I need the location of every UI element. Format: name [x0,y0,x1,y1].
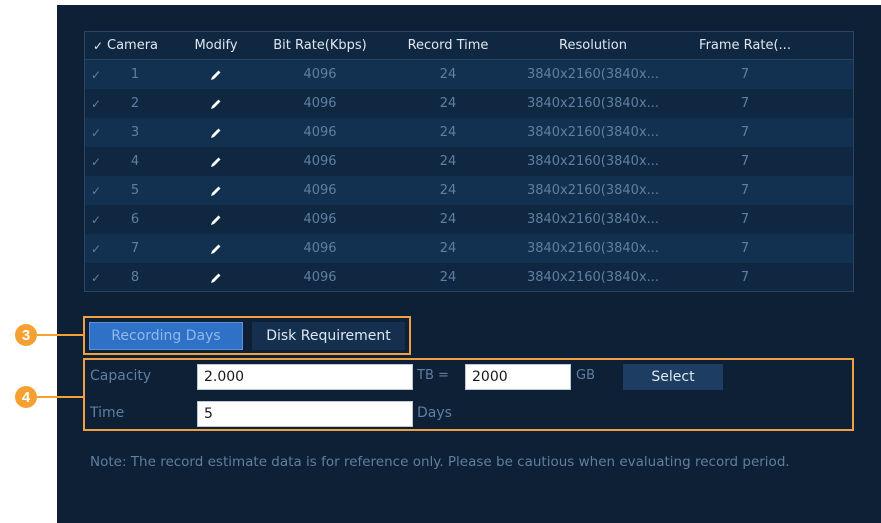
row-camera-number: 6 [130,212,140,227]
select-button[interactable]: Select [623,364,723,390]
pencil-icon-glyph [211,157,221,167]
row-frame-rate: 7 [740,96,750,111]
row-bitrate: 4096 [303,96,337,111]
pencil-icon[interactable] [183,263,249,292]
row-camera-number: 4 [130,154,140,169]
table-row[interactable]: ✓ 1 4096 24 3840x2160(3840x... 7 [85,60,853,89]
pencil-icon-glyph [211,128,221,138]
time-input[interactable]: 5 [197,401,413,427]
column-header-camera[interactable]: Camera [107,32,175,59]
callout-marker-4: 4 [15,386,37,408]
row-resolution: 3840x2160(3840x... [526,96,660,111]
row-record-time: 24 [439,241,457,256]
row-frame-rate: 7 [740,67,750,82]
table-row[interactable]: ✓ 2 4096 24 3840x2160(3840x... 7 [85,89,853,118]
row-frame-rate: 7 [740,241,750,256]
column-header-frame-rate[interactable]: Frame Rate(... [677,32,813,59]
column-header-resolution[interactable]: Resolution [517,32,669,59]
row-bitrate: 4096 [303,125,337,140]
row-bitrate: 4096 [303,183,337,198]
row-bitrate: 4096 [303,67,337,82]
row-frame-rate: 7 [740,183,750,198]
pencil-icon[interactable] [183,60,249,89]
row-bitrate: 4096 [303,241,337,256]
pencil-icon-glyph [211,215,221,225]
row-resolution: 3840x2160(3840x... [526,125,660,140]
tab-recording-days[interactable]: Recording Days [89,322,243,350]
row-camera-number: 5 [130,183,140,198]
table-row[interactable]: ✓ 5 4096 24 3840x2160(3840x... 7 [85,176,853,205]
row-camera-number: 3 [130,125,140,140]
row-camera-number: 1 [130,67,140,82]
column-header-record-time[interactable]: Record Time [393,32,503,59]
table-row[interactable]: ✓ 8 4096 24 3840x2160(3840x... 7 [85,263,853,292]
row-record-time: 24 [439,183,457,198]
row-resolution: 3840x2160(3840x... [526,241,660,256]
pencil-icon-glyph [211,244,221,254]
row-record-time: 24 [439,212,457,227]
table-row[interactable]: ✓ 6 4096 24 3840x2160(3840x... 7 [85,205,853,234]
capacity-input[interactable]: 2.000 [197,364,413,390]
pencil-icon-glyph [211,186,221,196]
pencil-icon[interactable] [183,176,249,205]
capacity-label: Capacity [90,368,152,384]
table-row[interactable]: ✓ 7 4096 24 3840x2160(3840x... 7 [85,234,853,263]
row-camera-number: 2 [130,96,140,111]
row-record-time: 24 [439,96,457,111]
column-header-modify[interactable]: Modify [183,32,249,59]
pencil-icon[interactable] [183,147,249,176]
select-all-check-icon[interactable]: ✓ [87,32,109,59]
row-frame-rate: 7 [740,125,750,140]
row-frame-rate: 7 [740,212,750,227]
pencil-icon[interactable] [183,234,249,263]
row-frame-rate: 7 [740,154,750,169]
tb-label: TB = [417,368,449,383]
row-record-time: 24 [439,270,457,285]
tab-disk-requirement[interactable]: Disk Requirement [252,322,405,350]
row-resolution: 3840x2160(3840x... [526,270,660,285]
row-resolution: 3840x2160(3840x... [526,67,660,82]
row-record-time: 24 [439,67,457,82]
callout-line-3 [37,334,84,336]
row-camera-number: 7 [130,241,140,256]
pencil-icon-glyph [211,99,221,109]
pencil-icon[interactable] [183,205,249,234]
row-resolution: 3840x2160(3840x... [526,183,660,198]
row-camera-number: 8 [130,270,140,285]
row-frame-rate: 7 [740,270,750,285]
gb-label: GB [576,368,595,383]
row-resolution: 3840x2160(3840x... [526,154,660,169]
callout-line-4 [37,396,84,398]
pencil-icon-glyph [211,70,221,80]
days-label: Days [417,405,452,421]
row-record-time: 24 [439,154,457,169]
row-bitrate: 4096 [303,154,337,169]
column-header-bitrate[interactable]: Bit Rate(Kbps) [253,32,387,59]
callout-marker-3: 3 [15,324,37,346]
gb-input[interactable]: 2000 [465,364,571,390]
pencil-icon-glyph [211,273,221,283]
table-header: ✓ Camera Modify Bit Rate(Kbps) Record Ti… [85,32,853,60]
note-text: Note: The record estimate data is for re… [90,454,790,470]
time-label: Time [90,405,125,421]
row-bitrate: 4096 [303,270,337,285]
pencil-icon[interactable] [183,89,249,118]
row-bitrate: 4096 [303,212,337,227]
row-resolution: 3840x2160(3840x... [526,212,660,227]
camera-record-table: ✓ Camera Modify Bit Rate(Kbps) Record Ti… [84,31,854,292]
table-row[interactable]: ✓ 3 4096 24 3840x2160(3840x... 7 [85,118,853,147]
pencil-icon[interactable] [183,118,249,147]
table-row[interactable]: ✓ 4 4096 24 3840x2160(3840x... 7 [85,147,853,176]
row-record-time: 24 [439,125,457,140]
